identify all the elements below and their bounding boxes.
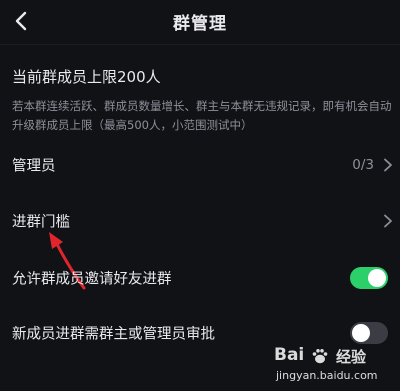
page-title: 群管理	[173, 14, 227, 34]
chevron-right-icon	[384, 158, 392, 172]
watermark-logo-suffix: 经验	[336, 348, 367, 366]
row-require-approval-label: 新成员进群需群主或管理员审批	[12, 326, 215, 343]
row-allow-invite-label: 允许群成员邀请好友进群	[12, 271, 172, 288]
row-admins-label: 管理员	[12, 158, 56, 175]
toggle-knob	[368, 269, 386, 287]
row-admins[interactable]: 管理员 0/3	[0, 142, 400, 188]
chevron-right-icon	[384, 214, 392, 228]
toggle-knob	[352, 324, 370, 342]
allow-invite-toggle[interactable]	[350, 267, 388, 289]
member-limit-section: 当前群成员上限200人 若本群连续活跃、群成员数量增长、群主与本群无违规记录，即…	[12, 66, 392, 135]
watermark-url: jingyan.baidu.com	[276, 369, 378, 382]
row-admins-count: 0/3	[352, 157, 374, 173]
paw-icon	[312, 349, 328, 364]
row-allow-invite: 允许群成员邀请好友进群	[0, 255, 400, 301]
member-limit-title: 当前群成员上限200人	[12, 68, 161, 86]
top-bar: 群管理	[0, 0, 400, 45]
require-approval-toggle[interactable]	[350, 322, 388, 344]
watermark-logo-text: Bai	[274, 345, 305, 365]
member-limit-description: 若本群连续活跃、群成员数量增长、群主与本群无违规记录，即有机会自动升级群成员上限…	[12, 99, 392, 132]
baidu-jingyan-watermark: Bai 经验 jingyan.baidu.com	[274, 345, 392, 385]
